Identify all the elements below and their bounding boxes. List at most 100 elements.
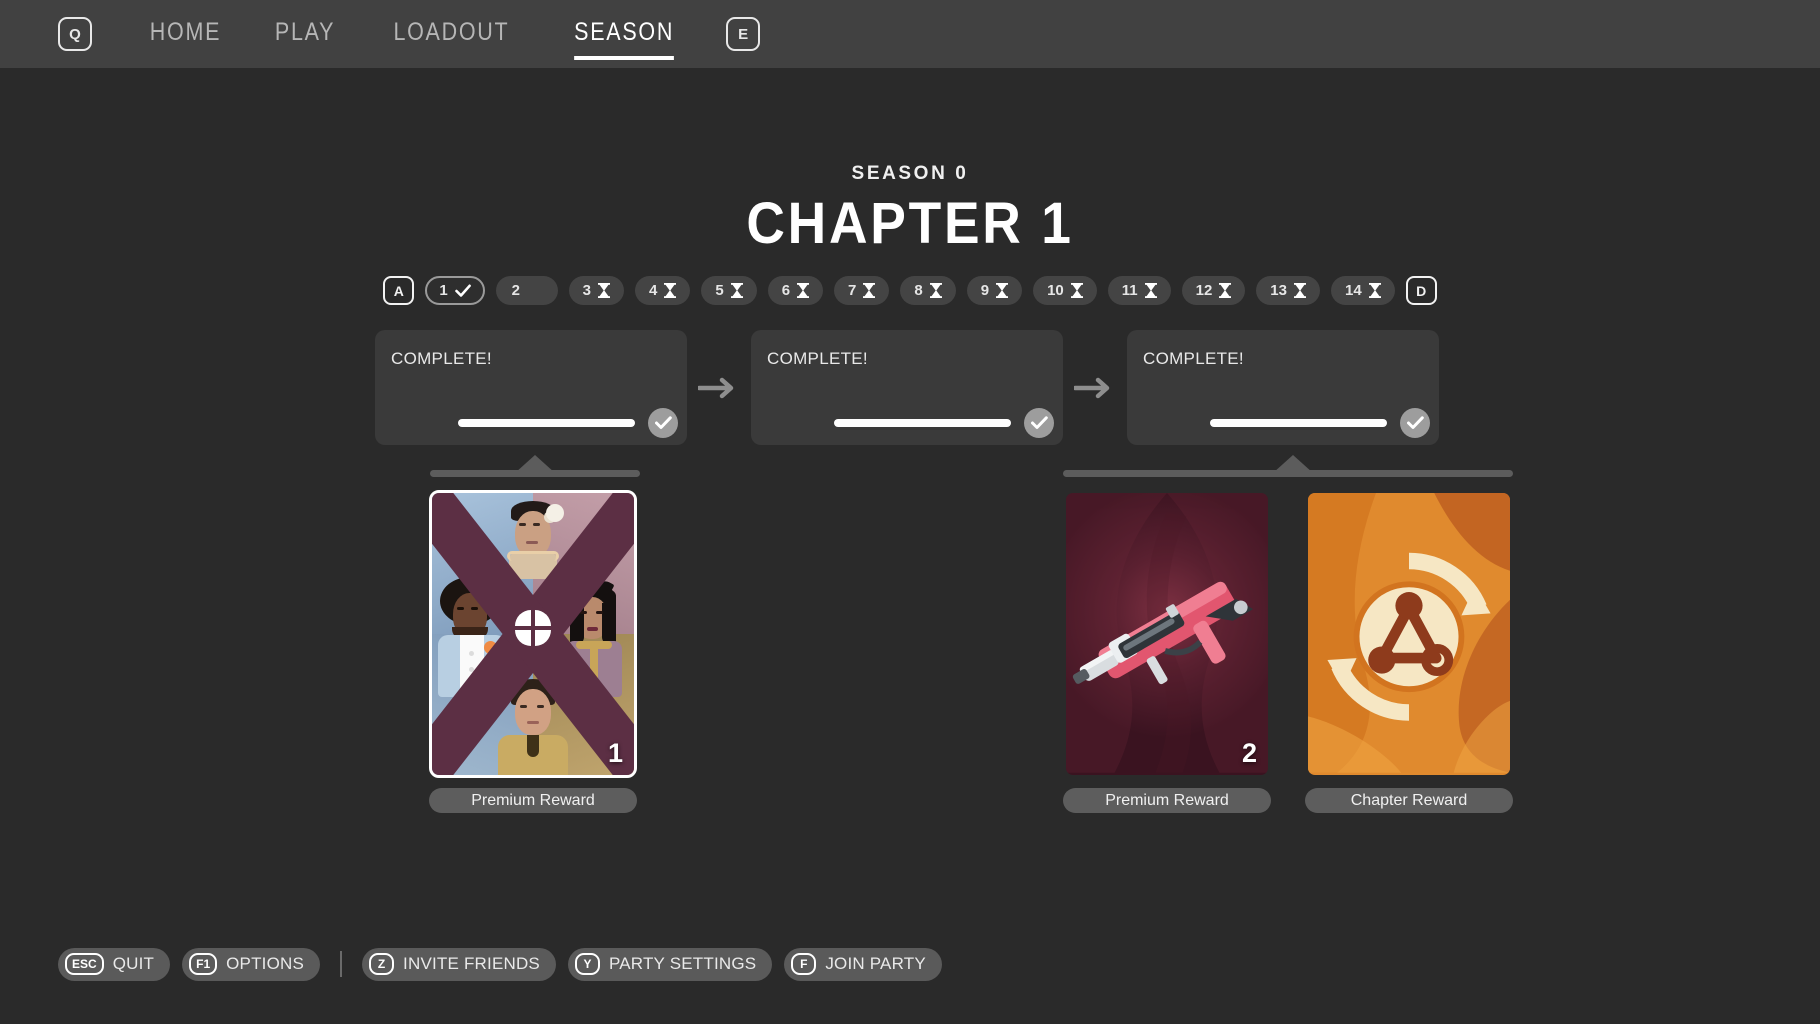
key-y: Y (574, 953, 600, 975)
hourglass-icon (863, 283, 876, 298)
page-title: CHAPTER 1 (746, 191, 1074, 256)
hint-label: JOIN PARTY (825, 954, 926, 973)
chapter-number: 9 (980, 282, 990, 299)
chapter-number: 6 (781, 282, 791, 299)
hourglass-icon (664, 283, 677, 298)
top-navigation-bar: Q HOME PLAY LOADOUT SEASON E (0, 0, 1820, 68)
chapter-chip-3[interactable]: 3 (568, 276, 624, 305)
hourglass-icon (730, 283, 743, 298)
hourglass-icon (929, 283, 942, 298)
quest-complete-check-icon (1400, 408, 1430, 438)
check-icon (454, 284, 471, 297)
chapter-chip-2[interactable]: 2 (495, 276, 558, 305)
key-f1: F1 (189, 953, 218, 975)
reward-card-art[interactable]: 2 (1063, 490, 1271, 778)
chapter-chip-6[interactable]: 6 (767, 276, 824, 305)
footer-hint-bar: ESC QUIT F1 OPTIONS Z INVITE FRIENDS Y P… (58, 904, 942, 1024)
key-esc: ESC (65, 953, 104, 975)
key-z: Z (369, 953, 395, 975)
reward-type-label: Premium Reward (1063, 788, 1271, 813)
reward-character-bundle[interactable]: 1 Premium Reward (429, 490, 637, 813)
chapter-chip-10[interactable]: 10 (1033, 276, 1097, 305)
chapter-chip-7[interactable]: 7 (834, 276, 890, 305)
chapter-chip-5[interactable]: 5 (701, 276, 757, 305)
hint-party-settings[interactable]: Y PARTY SETTINGS (567, 947, 773, 981)
nav-item-season[interactable]: SEASON (574, 18, 675, 60)
hint-label: QUIT (112, 954, 155, 973)
nav-item-loadout[interactable]: LOADOUT (394, 18, 510, 51)
quest-card[interactable]: COMPLETE! (1127, 330, 1439, 445)
reward-weapon-skin[interactable]: 2 Premium Reward (1063, 490, 1271, 813)
quest-status-label: COMPLETE! (1143, 349, 1244, 368)
nav-next-key-e[interactable]: E (726, 17, 761, 51)
hourglass-icon (996, 283, 1009, 298)
reward-type-label: Premium Reward (429, 788, 637, 813)
key-f: F (791, 953, 817, 975)
hint-quit[interactable]: ESC QUIT (58, 947, 171, 981)
hint-label: PARTY SETTINGS (608, 954, 757, 973)
reward-card-art[interactable] (1305, 490, 1513, 778)
chapter-chip-13[interactable]: 13 (1256, 276, 1320, 305)
chapter-selector: A 1 2 3 4 5 6 7 8 9 10 11 12 13 14 D (0, 276, 1820, 305)
season-label: SEASON 0 (851, 163, 969, 184)
hourglass-icon (1219, 283, 1232, 298)
hourglass-icon (1368, 283, 1381, 298)
footer-divider (340, 951, 343, 977)
quest-track: COMPLETE! COMPLETE! COMPLETE! (375, 330, 1439, 445)
chapter-chip-12[interactable]: 12 (1181, 276, 1246, 305)
chapter-token-recycle-icon (1327, 552, 1491, 721)
reward-bracket-right (1063, 455, 1513, 477)
chapter-number: 11 (1121, 282, 1138, 299)
quest-connector-arrow-right-icon (1063, 377, 1127, 399)
quest-status-label: COMPLETE! (391, 349, 492, 368)
reward-type-label: Chapter Reward (1305, 788, 1513, 813)
chapter-chip-4[interactable]: 4 (635, 276, 691, 305)
hourglass-icon (1293, 283, 1306, 298)
chapter-next-key-d[interactable]: D (1405, 276, 1437, 305)
chapter-number: 7 (848, 282, 857, 299)
hourglass-icon (1070, 283, 1083, 298)
hourglass-icon (797, 283, 810, 298)
quest-progress-fill (1210, 419, 1387, 427)
chapter-chip-14[interactable]: 14 (1330, 276, 1395, 305)
chapter-chip-8[interactable]: 8 (900, 276, 956, 305)
chapter-number: 12 (1195, 282, 1213, 299)
chapter-number: 5 (715, 282, 724, 299)
chapter-chip-11[interactable]: 11 (1107, 276, 1171, 305)
hint-options[interactable]: F1 OPTIONS (182, 947, 321, 981)
nav-item-play[interactable]: PLAY (275, 18, 335, 51)
hint-invite-friends[interactable]: Z INVITE FRIENDS (362, 947, 556, 981)
hourglass-icon (1144, 283, 1157, 298)
quest-progress-fill (834, 419, 1011, 427)
hint-join-party[interactable]: F JOIN PARTY (784, 947, 942, 981)
chapter-prev-key-a[interactable]: A (383, 276, 415, 305)
chapter-chip-1[interactable]: 1 (425, 276, 485, 305)
quest-progress-track (1210, 419, 1387, 427)
quest-status-label: COMPLETE! (767, 349, 868, 368)
reward-chapter-token[interactable]: Chapter Reward (1305, 490, 1513, 813)
chapter-number: 2 (511, 282, 520, 299)
weapon-art (1066, 493, 1268, 775)
quest-card[interactable]: COMPLETE! (375, 330, 687, 445)
reward-quantity: 1 (607, 738, 623, 768)
quest-complete-check-icon (1024, 408, 1054, 438)
chapter-number: 13 (1270, 282, 1287, 299)
quest-progress-fill (458, 419, 635, 427)
reward-bracket-left (430, 455, 640, 477)
chapter-chip-9[interactable]: 9 (966, 276, 1023, 305)
reward-quantity: 2 (1241, 738, 1257, 768)
weapon-smg-icon (1072, 581, 1254, 685)
quest-progress-track (458, 419, 635, 427)
hourglass-icon (598, 283, 610, 298)
nav-item-home[interactable]: HOME (150, 18, 221, 51)
chapter-number: 4 (649, 282, 658, 299)
chapter-token-art (1308, 493, 1510, 775)
quest-complete-check-icon (648, 408, 678, 438)
chapter-number: 10 (1047, 282, 1064, 299)
character-bundle-art (432, 493, 634, 775)
quest-card[interactable]: COMPLETE! (751, 330, 1063, 445)
nav-prev-key-q[interactable]: Q (58, 17, 92, 51)
reward-card-art[interactable]: 1 (429, 490, 637, 778)
hint-label: INVITE FRIENDS (403, 954, 540, 973)
quest-progress-track (834, 419, 1011, 427)
